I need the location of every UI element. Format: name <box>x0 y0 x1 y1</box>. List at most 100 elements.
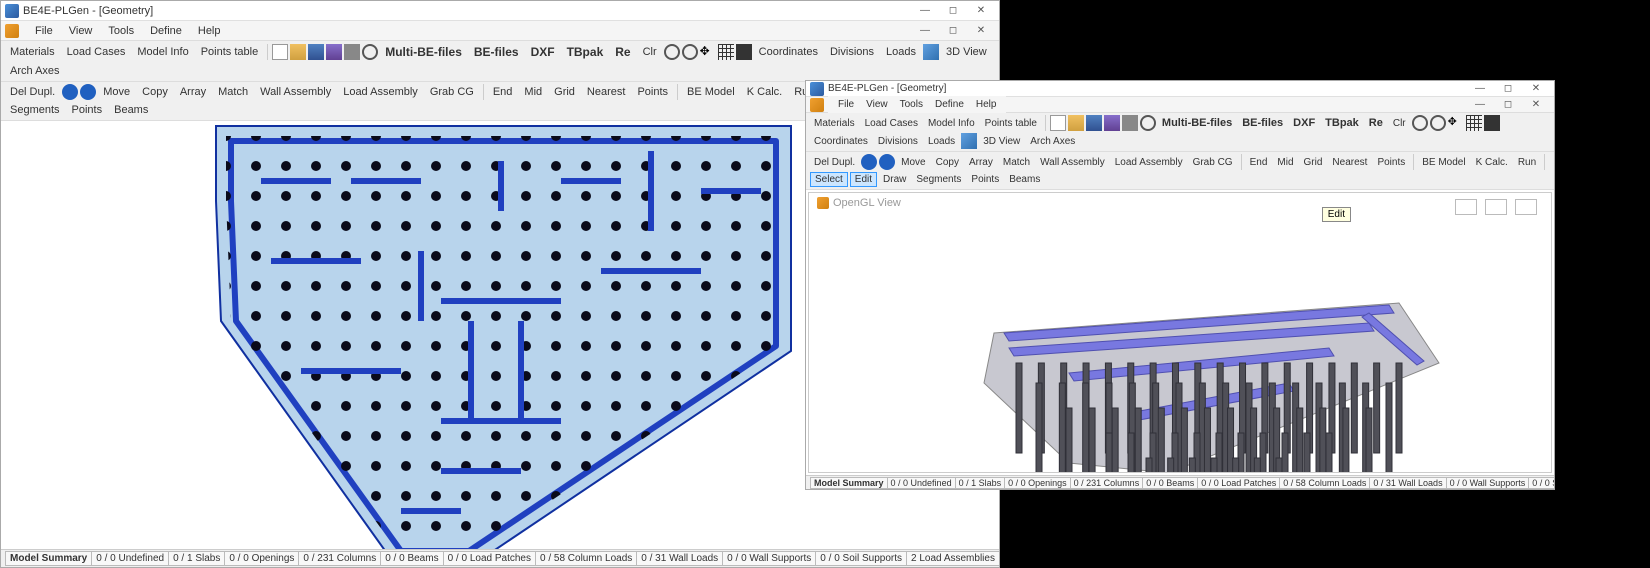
select-button[interactable]: Select <box>810 172 848 187</box>
arch-axes-button[interactable]: Arch Axes <box>5 63 65 79</box>
points2-button[interactable]: Points <box>967 173 1003 186</box>
multi-be-files-button[interactable]: Multi-BE-files <box>380 43 467 61</box>
close-button[interactable]: ✕ <box>967 2 995 20</box>
multi-be-files-button[interactable]: Multi-BE-files <box>1158 116 1236 130</box>
grid-icon[interactable] <box>718 44 734 60</box>
run-button[interactable]: Run <box>1514 156 1540 169</box>
menu-help[interactable]: Help <box>190 23 229 39</box>
beams-button[interactable]: Beams <box>1005 173 1044 186</box>
end-button[interactable]: End <box>488 84 518 100</box>
save-as-icon[interactable] <box>326 44 342 60</box>
edit-button[interactable]: Edit <box>850 172 877 187</box>
coordinates-button[interactable]: Coordinates <box>810 135 872 148</box>
mdi-maximize-button[interactable]: ◻ <box>939 22 967 40</box>
zoom-in-icon[interactable] <box>1412 115 1428 131</box>
mdi-minimize-button[interactable]: — <box>1466 96 1494 114</box>
re-button[interactable]: Re <box>1365 116 1387 130</box>
model-info-button[interactable]: Model Info <box>924 117 979 130</box>
opengl-canvas[interactable]: OpenGL View Edit <box>808 192 1552 473</box>
load-cases-button[interactable]: Load Cases <box>62 44 131 60</box>
redo-icon[interactable] <box>80 84 96 100</box>
search-icon[interactable] <box>1140 115 1156 131</box>
draw-button[interactable]: Draw <box>879 173 910 186</box>
loads-button[interactable]: Loads <box>924 135 959 148</box>
menu-tools[interactable]: Tools <box>100 23 142 39</box>
mdi-maximize-button[interactable]: ◻ <box>1494 96 1522 114</box>
menu-define[interactable]: Define <box>929 98 970 111</box>
mid-button[interactable]: Mid <box>519 84 547 100</box>
zoom-out-icon[interactable] <box>682 44 698 60</box>
grab-cg-button[interactable]: Grab CG <box>1189 156 1237 169</box>
title-bar[interactable]: BE4E-PLGen - [Geometry] — ◻ ✕ <box>1 1 999 21</box>
open-icon[interactable] <box>1068 115 1084 131</box>
segments-button[interactable]: Segments <box>912 173 965 186</box>
grid-button[interactable]: Grid <box>549 84 580 100</box>
grid-button[interactable]: Grid <box>1300 156 1327 169</box>
match-button[interactable]: Match <box>999 156 1034 169</box>
mdi-minimize-button[interactable]: — <box>911 22 939 40</box>
loads-button[interactable]: Loads <box>881 44 921 60</box>
points-button[interactable]: Points <box>1373 156 1409 169</box>
menu-view[interactable]: View <box>860 98 894 111</box>
points-table-button[interactable]: Points table <box>196 44 263 60</box>
menu-file[interactable]: File <box>832 98 860 111</box>
menu-file[interactable]: File <box>27 23 61 39</box>
points2-button[interactable]: Points <box>67 102 108 118</box>
array-button[interactable]: Array <box>175 84 211 100</box>
search-icon[interactable] <box>362 44 378 60</box>
match-button[interactable]: Match <box>213 84 253 100</box>
coordinates-button[interactable]: Coordinates <box>754 44 823 60</box>
model-info-button[interactable]: Model Info <box>132 44 193 60</box>
zoom-out-icon[interactable] <box>1430 115 1446 131</box>
save-icon[interactable] <box>1086 115 1102 131</box>
mid-button[interactable]: Mid <box>1273 156 1297 169</box>
3d-view-button[interactable]: 3D View <box>979 135 1024 148</box>
save-as-icon[interactable] <box>1104 115 1120 131</box>
copy-button[interactable]: Copy <box>137 84 173 100</box>
del-dupl-button[interactable]: Del Dupl. <box>810 156 859 169</box>
beams-button[interactable]: Beams <box>109 102 153 118</box>
points-button[interactable]: Points <box>632 84 673 100</box>
arch-axes-button[interactable]: Arch Axes <box>1026 135 1079 148</box>
grid-icon[interactable] <box>1466 115 1482 131</box>
undo-icon[interactable] <box>861 154 877 170</box>
dxf-button[interactable]: DXF <box>526 43 560 61</box>
move-button[interactable]: Move <box>897 156 929 169</box>
open-icon[interactable] <box>290 44 306 60</box>
mdi-close-button[interactable]: ✕ <box>967 22 995 40</box>
be-files-button[interactable]: BE-files <box>1238 116 1287 130</box>
redo-icon[interactable] <box>879 154 895 170</box>
re-button[interactable]: Re <box>610 43 635 61</box>
materials-button[interactable]: Materials <box>810 117 859 130</box>
menu-tools[interactable]: Tools <box>894 98 929 111</box>
3d-view-button[interactable]: 3D View <box>941 44 992 60</box>
wall-assembly-button[interactable]: Wall Assembly <box>1036 156 1109 169</box>
3d-icon[interactable] <box>961 133 977 149</box>
k-calc-button[interactable]: K Calc. <box>742 84 787 100</box>
points-table-button[interactable]: Points table <box>981 117 1041 130</box>
new-icon[interactable] <box>272 44 288 60</box>
minimize-button[interactable]: — <box>911 2 939 20</box>
menu-define[interactable]: Define <box>142 23 190 39</box>
load-cases-button[interactable]: Load Cases <box>861 117 922 130</box>
3d-icon[interactable] <box>923 44 939 60</box>
array-button[interactable]: Array <box>965 156 997 169</box>
nearest-button[interactable]: Nearest <box>582 84 631 100</box>
wall-assembly-button[interactable]: Wall Assembly <box>255 84 336 100</box>
del-dupl-button[interactable]: Del Dupl. <box>5 84 60 100</box>
nearest-button[interactable]: Nearest <box>1328 156 1371 169</box>
load-assembly-button[interactable]: Load Assembly <box>338 84 423 100</box>
load-assembly-button[interactable]: Load Assembly <box>1111 156 1187 169</box>
grab-cg-button[interactable]: Grab CG <box>425 84 479 100</box>
tbpak-button[interactable]: TBpak <box>562 43 609 61</box>
menu-help[interactable]: Help <box>970 98 1003 111</box>
clr-button[interactable]: Clr <box>638 44 662 60</box>
be-model-button[interactable]: BE Model <box>1418 156 1469 169</box>
materials-button[interactable]: Materials <box>5 44 60 60</box>
print-icon[interactable] <box>1122 115 1138 131</box>
be-files-button[interactable]: BE-files <box>469 43 524 61</box>
dxf-button[interactable]: DXF <box>1289 116 1319 130</box>
undo-icon[interactable] <box>62 84 78 100</box>
k-calc-button[interactable]: K Calc. <box>1472 156 1512 169</box>
new-icon[interactable] <box>1050 115 1066 131</box>
